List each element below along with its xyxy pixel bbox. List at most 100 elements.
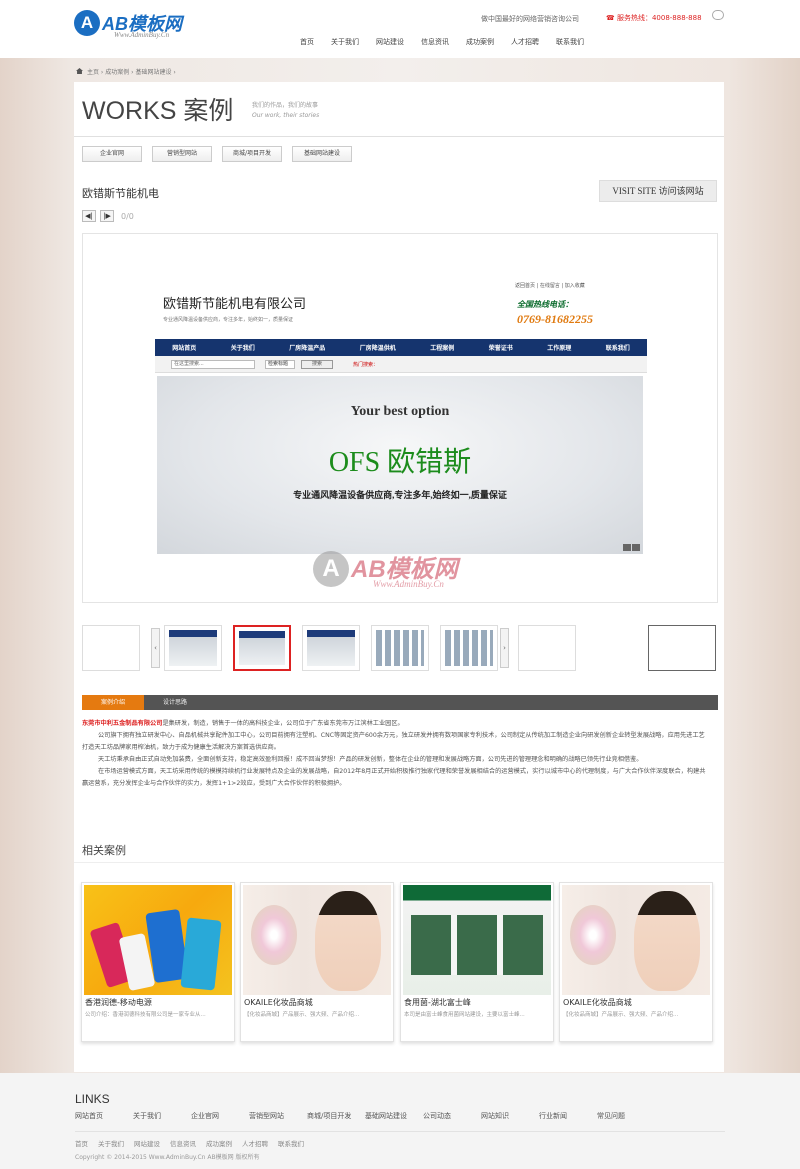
card-desc: 【化妆品商城】产品展示、强大频、产品介绍...	[563, 1012, 679, 1018]
related-card[interactable]: OKAILE化妆品商城 【化妆品商城】产品展示、强大频、产品介绍...	[240, 882, 394, 1042]
shot-desc: 专业通风降温设备供应商，专注多年，始终如一，质量保证	[163, 317, 294, 323]
shot-phone: 0769-81682255	[517, 312, 593, 326]
pager: ◀| |▶ 0/0	[82, 210, 134, 222]
thumb-prev-button[interactable]: ‹	[151, 628, 160, 668]
shot-nav-item: 工作原理	[547, 346, 572, 352]
footer-nav-item[interactable]: 人才招聘	[242, 1138, 268, 1148]
shot-top-links: 返回首页 | 在线留言 | 加入收藏	[515, 283, 585, 289]
footer-nav-item[interactable]: 关于我们	[98, 1138, 124, 1148]
card-title[interactable]: 食用菌-湖北富士峰	[404, 997, 471, 1008]
tab-mall[interactable]: 商城/项目开发	[222, 146, 282, 162]
thumbnail[interactable]	[164, 625, 222, 671]
shot-nav-item: 荣誉证书	[488, 346, 513, 352]
nav-item-cases[interactable]: 成功案例	[466, 37, 494, 47]
footer-nav-item[interactable]: 信息资讯	[170, 1138, 196, 1148]
breadcrumb-current[interactable]: 基础网站建设	[135, 69, 171, 76]
card-desc: 公司介绍：香港润德科技有限公司是一家专业从...	[85, 1012, 206, 1018]
footer-link[interactable]: 常见问题	[597, 1111, 655, 1121]
footer: LINKS 网站首页 关于我们 企业官网 营销型网站 商城/项目开发 基础网站建…	[0, 1073, 800, 1169]
prev-button[interactable]: ◀|	[82, 210, 96, 222]
shot-search-button: 搜索	[301, 360, 333, 369]
visit-site-button[interactable]: VISIT SITE 访问该网站	[599, 180, 717, 202]
thumbnail-strip: ‹ ›	[82, 625, 718, 673]
footer-nav-item[interactable]: 联系我们	[278, 1138, 304, 1148]
shot-banner-arrows	[623, 544, 641, 551]
related-card[interactable]: 食用菌-湖北富士峰 本司是由富士峰食用菌网站建设，主要以富士峰...	[400, 882, 554, 1042]
subtitle-cn: 我们的作品，我们的故事	[252, 102, 319, 109]
shot-search-bar: 在这里搜索... 检索标题 搜索 热门搜索：	[155, 356, 647, 373]
hotline: ☎ 服务热线：4008-888-888	[606, 14, 702, 22]
footer-link[interactable]: 公司动态	[423, 1111, 481, 1121]
nav-item-website[interactable]: 网站建设	[376, 37, 404, 47]
tab-case-intro[interactable]: 案例介绍	[82, 695, 144, 710]
paragraph: 公司旗下拥有独立研发中心、自品机械共享配件加工中心，公司目前拥有注塑机、CNC等…	[82, 732, 705, 751]
thumbnail[interactable]	[518, 625, 576, 671]
shot-nav-item: 厂房降温供机	[359, 346, 396, 352]
main-panel: WORKS 案例 我们的作品，我们的故事 Our work, their stor…	[74, 82, 724, 1072]
paragraph: 天工坊秉承自由正式自动免加装费，全面创新支持，稳定高效盈利回报！成不回当梦想！产…	[98, 756, 643, 763]
nav-item-contact[interactable]: 联系我们	[556, 37, 584, 47]
nav-item-home[interactable]: 首页	[300, 37, 314, 47]
breadcrumb-cases[interactable]: 成功案例	[105, 69, 129, 76]
footer-nav-item[interactable]: 网站建设	[134, 1138, 160, 1148]
share-icon[interactable]	[712, 10, 724, 20]
shot-nav-item: 工程案例	[430, 346, 455, 352]
header-slogan: 做中国最好的网络营销咨询公司	[481, 15, 579, 23]
shot-search-select: 检索标题	[265, 360, 295, 369]
thumbnail[interactable]	[371, 625, 429, 671]
footer-link[interactable]: 基础网站建设	[365, 1111, 423, 1121]
logo-mark-icon: A	[74, 10, 100, 36]
thumbnail[interactable]	[82, 625, 140, 671]
footer-link[interactable]: 商城/项目开发	[307, 1111, 365, 1121]
nav-item-jobs[interactable]: 人才招聘	[511, 37, 539, 47]
related-card[interactable]: 香港润德-移动电源 公司介绍：香港润德科技有限公司是一家专业从...	[81, 882, 235, 1042]
divider	[75, 1131, 725, 1132]
card-title[interactable]: 香港润德-移动电源	[85, 997, 152, 1008]
footer-link[interactable]: 营销型网站	[249, 1111, 307, 1121]
footer-link[interactable]: 行业新闻	[539, 1111, 597, 1121]
page-subtitle: 我们的作品，我们的故事 Our work, their stories	[252, 101, 319, 121]
thumbnail-selected[interactable]	[233, 625, 291, 671]
card-image	[403, 885, 551, 995]
breadcrumb-home[interactable]: 主页	[87, 69, 99, 76]
page-title: WORKS 案例	[82, 97, 234, 125]
divider	[74, 136, 724, 137]
related-card[interactable]: OKAILE化妆品商城 【化妆品商城】产品展示、强大频、产品介绍...	[559, 882, 713, 1042]
thumbnail[interactable]	[648, 625, 716, 671]
footer-link[interactable]: 关于我们	[133, 1111, 191, 1121]
site-logo[interactable]: A AB模板网 Www.AdminBuy.Cn	[74, 8, 204, 44]
logo-subtext: Www.AdminBuy.Cn	[114, 31, 170, 39]
tab-marketing[interactable]: 营销型网站	[152, 146, 212, 162]
card-image	[84, 885, 232, 995]
project-screenshot[interactable]: 返回首页 | 在线留言 | 加入收藏 欧错斯节能机电有限公司 专业通风降温设备供…	[82, 233, 718, 603]
thumb-next-button[interactable]: ›	[500, 628, 509, 668]
shot-nav-item: 网站首页	[172, 346, 197, 352]
footer-link[interactable]: 企业官网	[191, 1111, 249, 1121]
related-title: 相关案例	[82, 844, 126, 857]
links-title: LINKS	[75, 1092, 110, 1106]
tab-corporate[interactable]: 企业官网	[82, 146, 142, 162]
footer-nav-item[interactable]: 首页	[75, 1138, 88, 1148]
nav-item-about[interactable]: 关于我们	[331, 37, 359, 47]
shot-hot-keywords: 热门搜索：	[353, 362, 379, 368]
footer-link[interactable]: 网站知识	[481, 1111, 539, 1121]
nav-item-news[interactable]: 信息资讯	[421, 37, 449, 47]
watermark-sub: Www.AdminBuy.Cn	[373, 579, 444, 589]
thumbnail[interactable]	[440, 625, 498, 671]
company-name: 东莞市中利五金制品有限公司	[82, 720, 163, 727]
card-title[interactable]: OKAILE化妆品商城	[563, 997, 632, 1008]
thumbnail[interactable]	[302, 625, 360, 671]
subtitle-en: Our work, their stories	[252, 112, 320, 119]
tab-basic[interactable]: 基础网站建设	[292, 146, 352, 162]
tab-design-idea[interactable]: 设计思路	[144, 695, 206, 710]
next-button[interactable]: |▶	[100, 210, 114, 222]
divider	[74, 862, 724, 863]
shot-nav-item: 厂房降温产品	[289, 346, 326, 352]
paragraph: 在市场运营模式方面，天工坊采用传统的模模持续机行业发展特点及企业的发展战略，自2…	[82, 768, 706, 787]
breadcrumb: 主页 › 成功案例 › 基础网站建设 ›	[76, 67, 176, 76]
card-title[interactable]: OKAILE化妆品商城	[244, 997, 313, 1008]
footer-link[interactable]: 网站首页	[75, 1111, 133, 1121]
footer-nav-item[interactable]: 成功案例	[206, 1138, 232, 1148]
shot-nav-item: 关于我们	[230, 346, 255, 352]
card-image	[562, 885, 710, 995]
